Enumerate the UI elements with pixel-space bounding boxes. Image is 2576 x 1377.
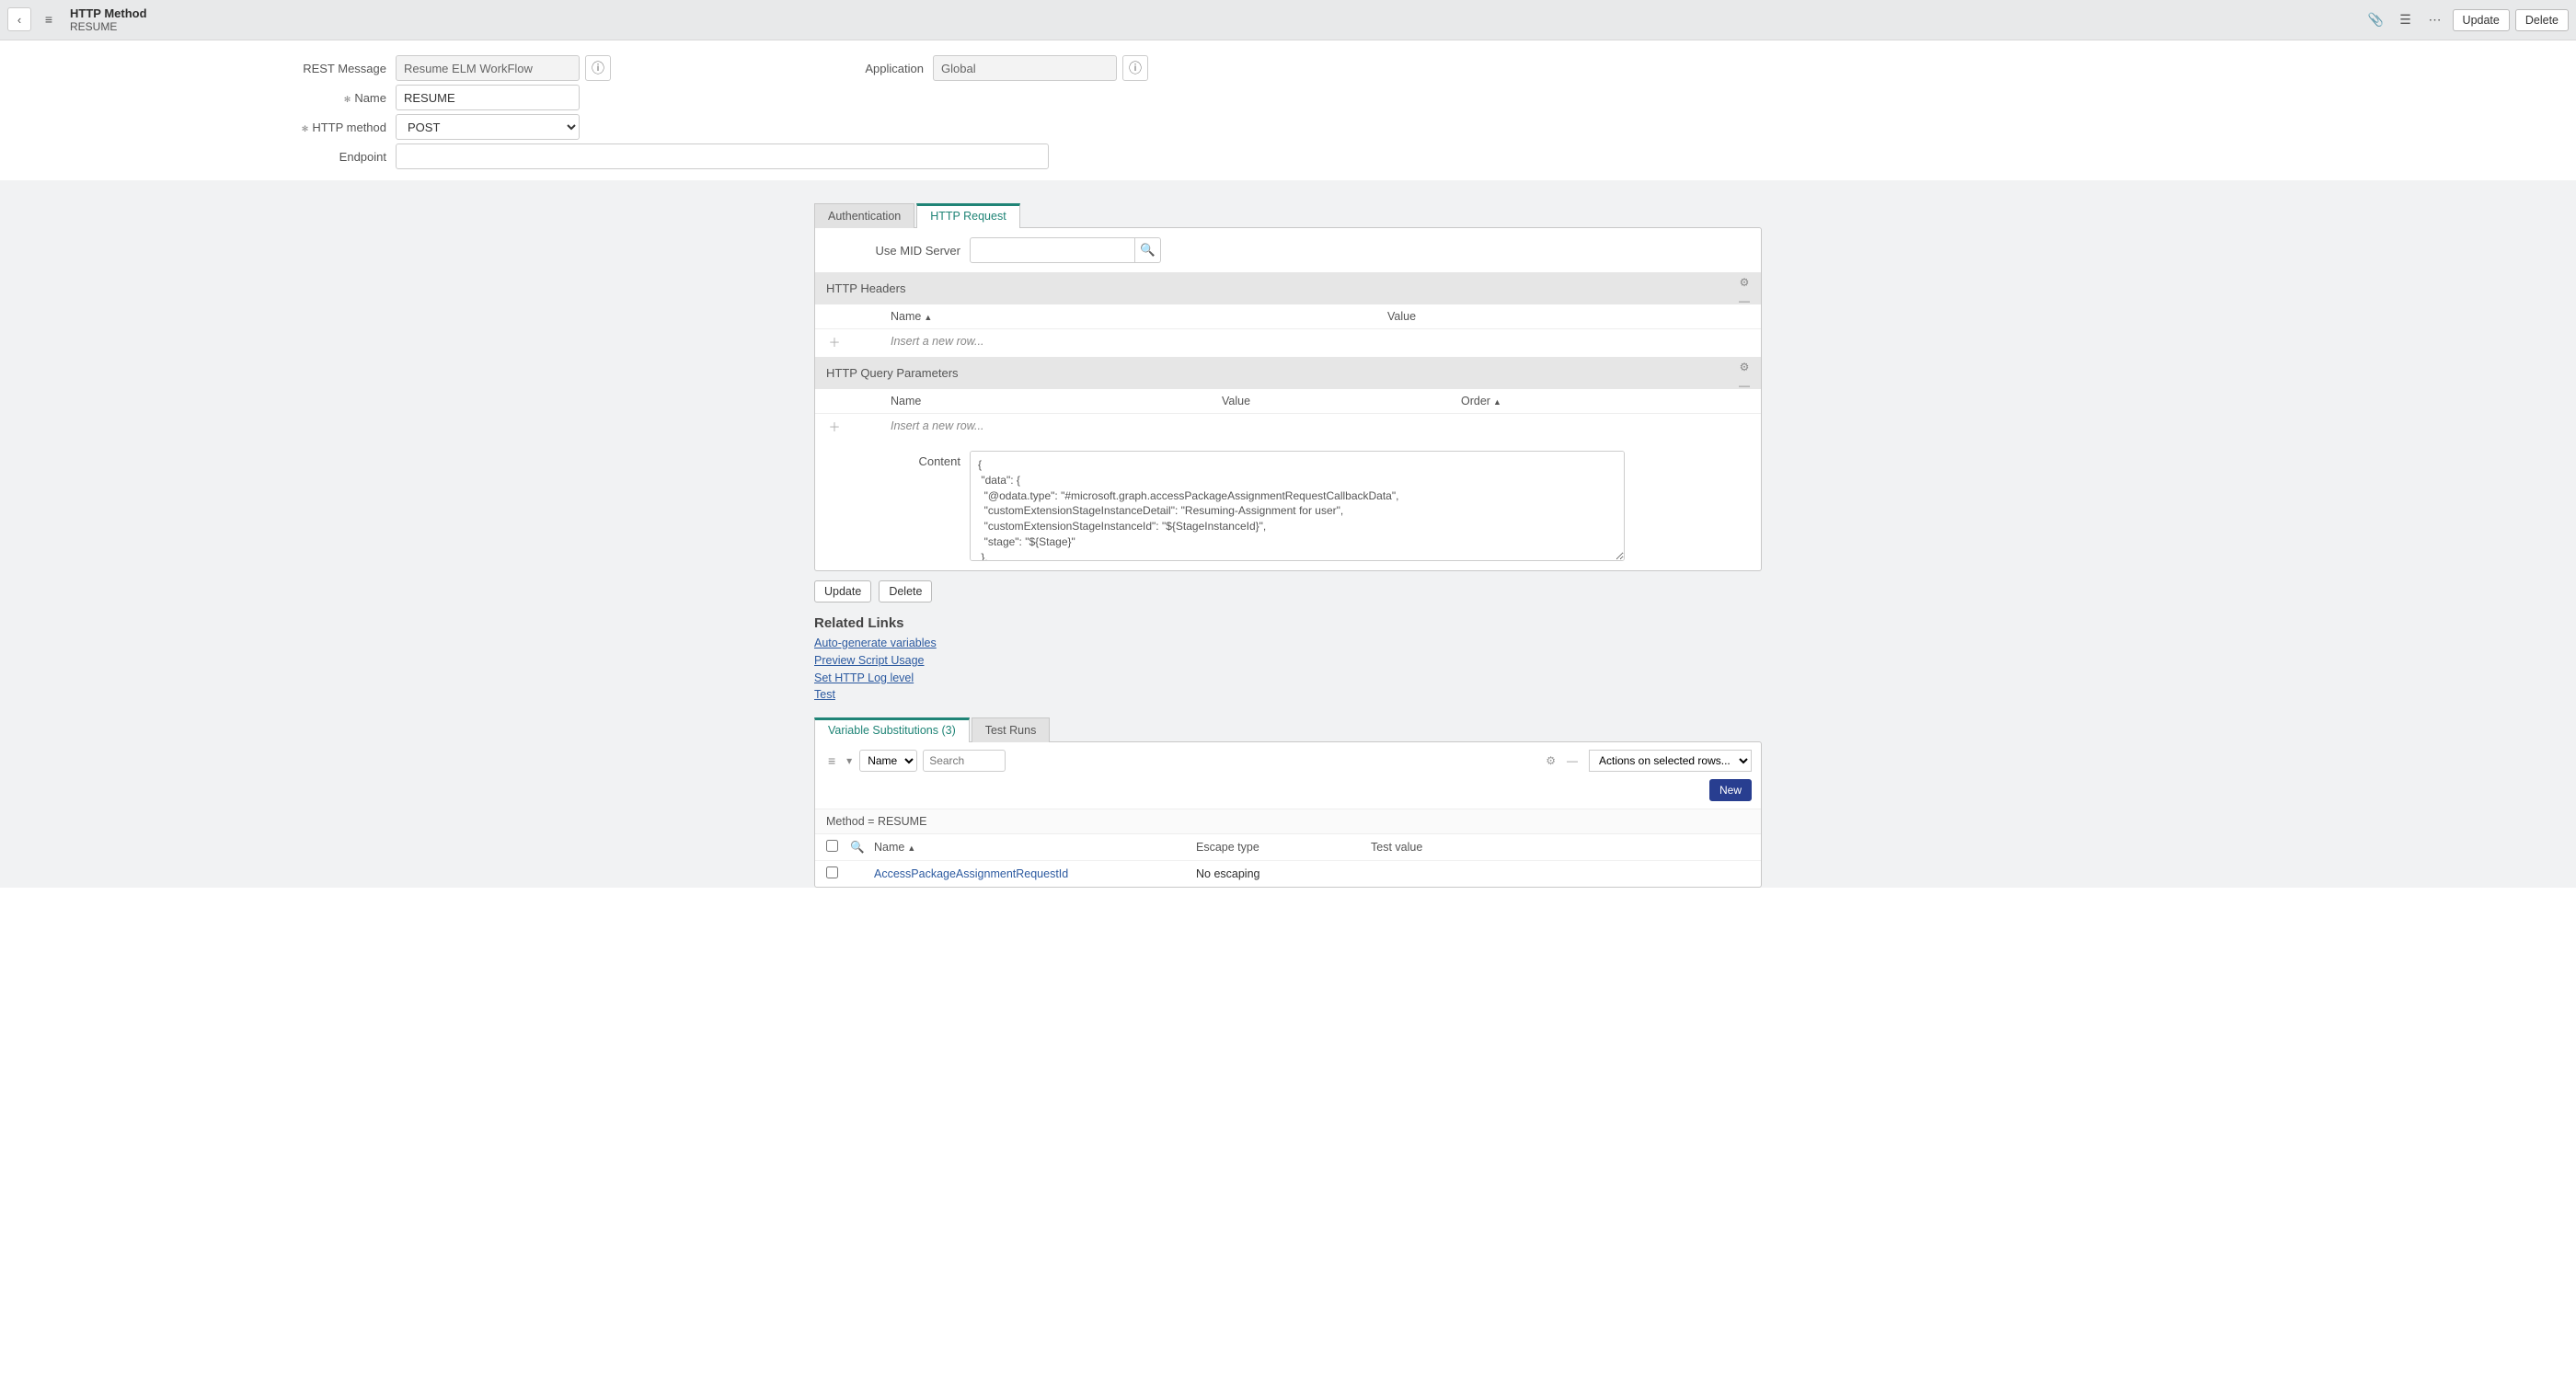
search-icon: 🔍 <box>1140 243 1156 257</box>
form-update-button[interactable]: Update <box>814 580 871 602</box>
rest-message-field <box>396 55 580 81</box>
gear-icon[interactable]: ⚙ <box>1740 276 1750 289</box>
col-name[interactable]: Name <box>874 841 904 854</box>
menu-toggle-button[interactable]: ≡ <box>37 7 61 31</box>
actions-on-rows-select[interactable]: Actions on selected rows... <box>1589 750 1752 772</box>
link-set-http-log-level[interactable]: Set HTTP Log level <box>814 670 1762 687</box>
list-search-input[interactable] <box>923 750 1006 772</box>
link-auto-generate-variables[interactable]: Auto-generate variables <box>814 635 1762 652</box>
application-field <box>933 55 1117 81</box>
list-icon: ☰ <box>2399 12 2411 28</box>
query-col-order[interactable]: Order <box>1461 395 1490 407</box>
ellipsis-icon: ⋯ <box>2429 12 2442 28</box>
record-type-label: HTTP Method <box>70 6 147 21</box>
http-headers-title: HTTP Headers <box>826 281 905 295</box>
sort-asc-icon: ▲ <box>924 313 932 322</box>
add-header-button[interactable]: ＋ <box>826 333 843 350</box>
related-list-tabstrip: Variable Substitutions (3) Test Runs <box>814 717 1762 741</box>
insert-row-label: Insert a new row... <box>891 419 983 432</box>
form-delete-button[interactable]: Delete <box>879 580 932 602</box>
http-query-insert-row[interactable]: ＋ Insert a new row... <box>815 414 1761 442</box>
query-col-name[interactable]: Name <box>891 395 1222 407</box>
tab-variable-substitutions[interactable]: Variable Substitutions (3) <box>814 717 970 742</box>
hamburger-icon: ≡ <box>45 12 52 27</box>
header-delete-button[interactable]: Delete <box>2515 9 2569 31</box>
plus-icon: ＋ <box>828 420 840 434</box>
endpoint-field[interactable] <box>396 143 1049 169</box>
application-info-button[interactable]: ⓘ <box>1122 55 1148 81</box>
application-label: Application <box>850 62 933 75</box>
query-col-value[interactable]: Value <box>1222 395 1461 407</box>
gear-icon[interactable]: ⚙ <box>1740 361 1750 373</box>
variable-row: AccessPackageAssignmentRequestId No esca… <box>815 860 1761 887</box>
page-header: ‹ ≡ HTTP Method RESUME 📎 ☰ ⋯ Update Dele… <box>0 0 2576 40</box>
http-headers-table-head: Name▲ Value <box>815 304 1761 329</box>
collapse-icon[interactable]: — <box>1739 294 1750 307</box>
name-label: Name <box>0 91 396 105</box>
tab-test-runs[interactable]: Test Runs <box>972 717 1051 742</box>
attachment-button[interactable]: 📎 <box>2364 8 2388 32</box>
info-icon: ⓘ <box>1129 59 1142 77</box>
select-all-checkbox[interactable] <box>826 840 838 852</box>
back-button[interactable]: ‹ <box>7 7 31 31</box>
content-textarea[interactable]: { "data": { "@odata.type": "#microsoft.g… <box>970 451 1625 561</box>
related-links-title: Related Links <box>814 615 1762 631</box>
variable-name-link[interactable]: AccessPackageAssignmentRequestId <box>874 867 1068 880</box>
http-headers-section-header: HTTP Headers ⚙ — <box>815 272 1761 304</box>
rest-message-label: REST Message <box>0 62 396 75</box>
headers-col-name[interactable]: Name <box>891 310 921 323</box>
list-breadcrumb[interactable]: Method = RESUME <box>815 809 1761 833</box>
plus-icon: ＋ <box>828 336 840 350</box>
header-update-button[interactable]: Update <box>2453 9 2510 31</box>
sort-asc-icon: ▲ <box>907 843 915 853</box>
http-headers-insert-row[interactable]: ＋ Insert a new row... <box>815 329 1761 357</box>
http-query-section-header: HTTP Query Parameters ⚙ — <box>815 357 1761 389</box>
insert-row-label: Insert a new row... <box>891 335 983 348</box>
paperclip-icon: 📎 <box>2368 12 2384 28</box>
http-query-table-head: Name Value Order▲ <box>815 389 1761 414</box>
link-preview-script-usage[interactable]: Preview Script Usage <box>814 652 1762 670</box>
http-request-panel: Use MID Server 🔍 HTTP Headers ⚙ — Nam <box>814 227 1762 571</box>
use-mid-label: Use MID Server <box>822 244 970 258</box>
activity-stream-button[interactable]: ☰ <box>2394 8 2418 32</box>
title-block: HTTP Method RESUME <box>70 6 147 34</box>
filter-button[interactable]: ▾ <box>845 754 854 767</box>
row-checkbox[interactable] <box>826 866 838 878</box>
chevron-left-icon: ‹ <box>17 13 21 27</box>
related-links-section: Related Links Auto-generate variables Pr… <box>814 615 1762 704</box>
col-escape-type[interactable]: Escape type <box>1196 841 1371 854</box>
tab-http-request[interactable]: HTTP Request <box>916 203 1019 228</box>
list-menu-button[interactable]: ≡ <box>824 753 839 768</box>
variable-substitutions-panel: ≡ ▾ Name ⚙ — Actions on selected rows...… <box>814 741 1762 888</box>
gear-icon[interactable]: ⚙ <box>1546 754 1556 767</box>
sort-asc-icon: ▲ <box>1493 397 1501 407</box>
http-method-label: HTTP method <box>0 120 396 134</box>
new-variable-button[interactable]: New <box>1709 779 1752 801</box>
info-icon: ⓘ <box>592 59 604 77</box>
rest-message-info-button[interactable]: ⓘ <box>585 55 611 81</box>
use-mid-server-field[interactable] <box>970 237 1135 263</box>
http-query-title: HTTP Query Parameters <box>826 366 959 380</box>
endpoint-label: Endpoint <box>0 150 396 164</box>
form-region: REST Message ⓘ Application ⓘ Name HTTP m… <box>0 40 2576 180</box>
headers-col-value[interactable]: Value <box>1387 310 1750 323</box>
use-mid-server-lookup-button[interactable]: 🔍 <box>1135 237 1161 263</box>
collapse-icon[interactable]: — <box>1739 379 1750 392</box>
lower-region: Authentication HTTP Request Use MID Serv… <box>0 180 2576 888</box>
variable-escape-value: No escaping <box>1196 867 1371 880</box>
record-name-label: RESUME <box>70 20 147 33</box>
more-actions-button[interactable]: ⋯ <box>2423 8 2447 32</box>
request-tabstrip: Authentication HTTP Request <box>814 202 1762 227</box>
content-label: Content <box>815 451 970 468</box>
add-query-button[interactable]: ＋ <box>826 418 843 434</box>
collapse-icon[interactable]: — <box>1567 754 1578 767</box>
col-test-value[interactable]: Test value <box>1371 841 1750 854</box>
variable-list-header: 🔍 Name▲ Escape type Test value <box>815 833 1761 860</box>
link-test[interactable]: Test <box>814 686 1762 704</box>
tab-authentication[interactable]: Authentication <box>814 203 914 228</box>
http-method-select[interactable]: POST <box>396 114 580 140</box>
search-icon[interactable]: 🔍 <box>850 841 865 854</box>
name-field[interactable] <box>396 85 580 110</box>
search-field-select[interactable]: Name <box>859 750 917 772</box>
